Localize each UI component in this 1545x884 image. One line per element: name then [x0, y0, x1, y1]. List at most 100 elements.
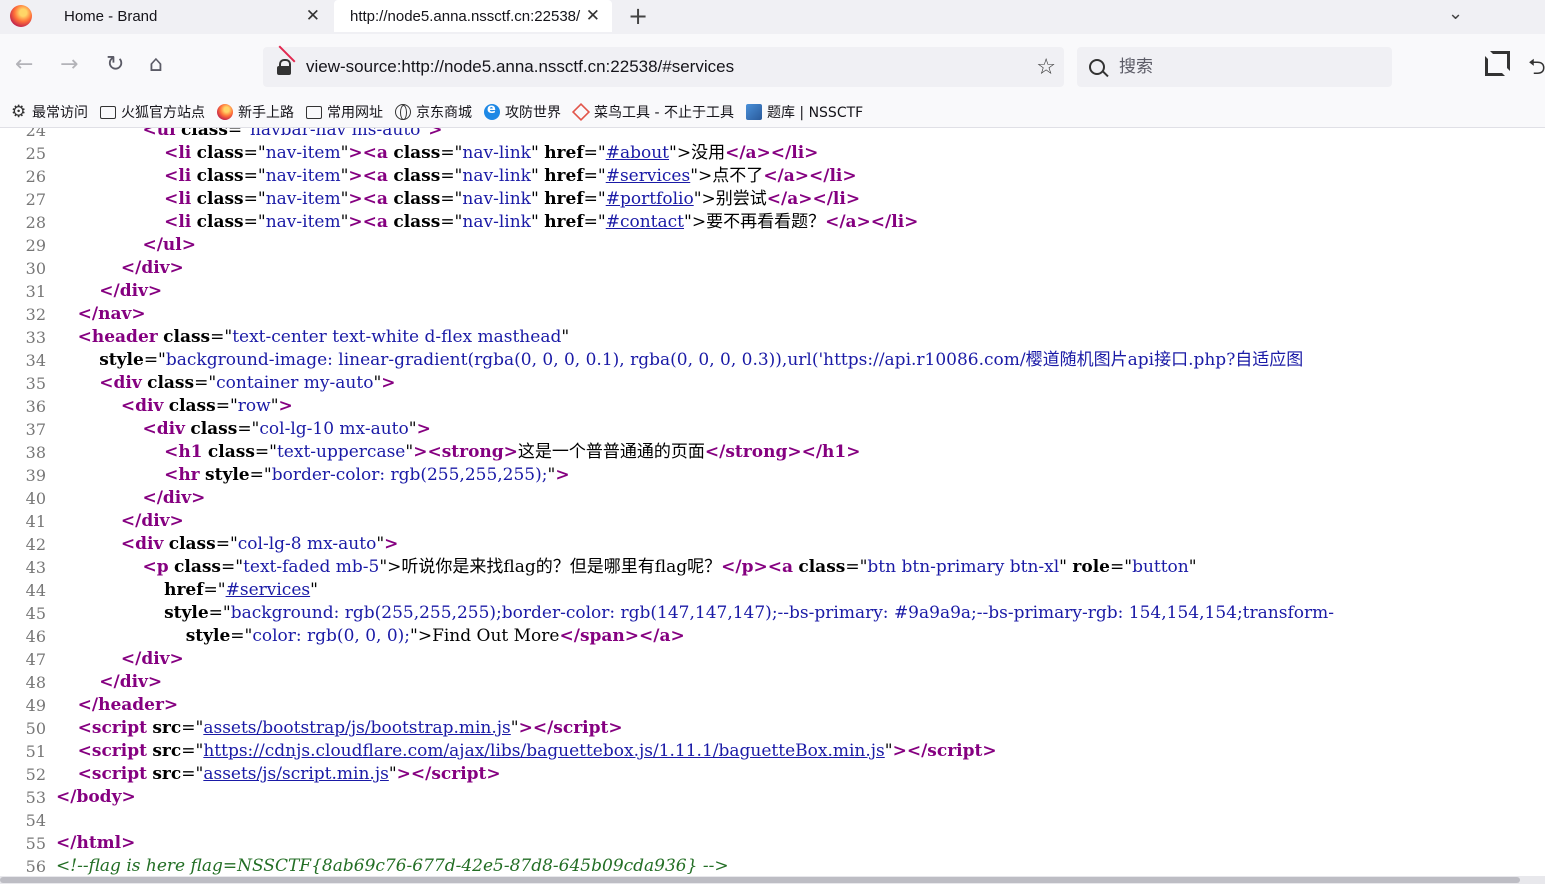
line-code: href="#services" — [164, 580, 318, 600]
line-number: 36 — [25, 397, 46, 416]
line-number: 56 — [25, 857, 46, 876]
line-code: <div class="col-lg-8 mx-auto"> — [120, 534, 399, 554]
bookmark-label: 京东商城 — [416, 104, 472, 121]
folder-icon — [306, 106, 322, 119]
close-icon[interactable]: ✕ — [586, 6, 600, 26]
nssctf-icon — [745, 103, 762, 120]
insecure-lock-icon[interactable] — [276, 59, 292, 75]
reload-icon[interactable]: ↻ — [106, 54, 124, 76]
line-code: </nav> — [77, 304, 146, 324]
url-text[interactable]: view-source:http://node5.anna.nssctf.cn:… — [306, 57, 734, 77]
line-number: 35 — [25, 374, 46, 393]
line-code: </html> — [56, 833, 136, 853]
globe-icon — [395, 103, 411, 120]
tab-title: http://node5.anna.nssctf.cn:22538/ — [350, 7, 581, 25]
tab-strip: Home - Brand ✕ http://node5.anna.nssctf.… — [0, 0, 1545, 34]
line-code: style="color: rgb(0, 0, 0);">Find Out Mo… — [185, 626, 685, 646]
line-code: </div> — [142, 488, 206, 508]
line-number: 25 — [25, 144, 46, 163]
bookmark-label: 常用网址 — [327, 104, 383, 121]
source-view: 24 <ul class="navbar-nav ms-auto"> 25 <li… — [0, 128, 1545, 876]
line-number: 30 — [25, 259, 46, 278]
source-link[interactable]: #about — [606, 143, 669, 163]
new-tab-icon[interactable]: + — [628, 2, 648, 30]
line-code: </header> — [77, 695, 179, 715]
bookmark-label: 火狐官方站点 — [121, 104, 205, 121]
chevron-down-icon[interactable]: ⌄ — [1448, 3, 1463, 24]
firefox-icon[interactable] — [10, 5, 32, 27]
address-bar[interactable]: view-source:http://node5.anna.nssctf.cn:… — [263, 47, 1064, 87]
line-code: <li class="nav-item"><a class="nav-link"… — [164, 189, 861, 209]
line-code: </div> — [99, 672, 163, 692]
bookmark-jd[interactable]: 京东商城 — [395, 102, 472, 122]
source-link[interactable]: assets/bootstrap/js/bootstrap.min.js — [203, 718, 510, 738]
source-link[interactable]: #services — [226, 580, 311, 600]
bookmark-label: 新手上路 — [238, 104, 294, 121]
cube-icon — [571, 102, 591, 121]
line-code: <div class="container my-auto"> — [99, 373, 396, 393]
bookmark-nssctf[interactable]: 题库 | NSSCTF — [745, 102, 863, 122]
line-number: 55 — [25, 834, 46, 853]
bookmark-label: 攻防世界 — [505, 104, 561, 121]
bookmark-most-visited[interactable]: ⚙ 最常访问 — [11, 102, 88, 122]
source-link[interactable]: #portfolio — [606, 189, 694, 209]
bookmark-label: 菜鸟工具 - 不止于工具 — [594, 104, 734, 121]
close-icon[interactable]: ✕ — [306, 6, 320, 26]
line-code: </ul> — [142, 235, 196, 255]
line-code: <li class="nav-item"><a class="nav-link"… — [164, 143, 819, 163]
line-code: </div> — [99, 281, 163, 301]
line-code: <li class="nav-item"><a class="nav-link"… — [164, 212, 919, 232]
line-code: <ul class="navbar-nav ms-auto"> — [142, 128, 443, 140]
line-number: 43 — [25, 558, 46, 577]
bookmark-star-icon[interactable]: ☆ — [1036, 55, 1056, 80]
tab-view-source[interactable]: http://node5.anna.nssctf.cn:22538/ ✕ — [334, 0, 612, 32]
search-bar[interactable] — [1077, 47, 1392, 87]
back-icon[interactable]: ← — [15, 54, 33, 76]
line-code: <!--flag is here flag=NSSCTF{8ab69c76-67… — [56, 856, 729, 876]
source-link[interactable]: #services — [606, 166, 691, 186]
line-number: 37 — [25, 420, 46, 439]
gongfang-icon — [484, 102, 500, 120]
line-number: 34 — [25, 351, 46, 370]
line-number: 51 — [25, 742, 46, 761]
line-number: 44 — [25, 581, 46, 600]
line-number: 41 — [25, 512, 46, 531]
line-code: <script src="assets/bootstrap/js/bootstr… — [77, 718, 623, 738]
line-number: 40 — [25, 489, 46, 508]
line-number: 29 — [25, 236, 46, 255]
line-code: </div> — [120, 258, 184, 278]
line-number: 32 — [25, 305, 46, 324]
line-number: 50 — [25, 719, 46, 738]
line-number: 46 — [25, 627, 46, 646]
source-link[interactable]: https://cdnjs.cloudflare.com/ajax/libs/b… — [203, 741, 884, 761]
line-code: </div> — [120, 511, 184, 531]
bookmark-firefox-site[interactable]: 火狐官方站点 — [100, 102, 205, 122]
line-number: 42 — [25, 535, 46, 554]
bookmark-runoob[interactable]: 菜鸟工具 - 不止于工具 — [571, 102, 734, 122]
line-code: <div class="col-lg-10 mx-auto"> — [142, 419, 431, 439]
gear-icon: ⚙ — [11, 101, 27, 122]
forward-icon[interactable]: → — [60, 54, 78, 76]
line-number: 53 — [25, 788, 46, 807]
bookmark-gongfang[interactable]: 攻防世界 — [484, 102, 561, 122]
line-code: <p class="text-faded mb-5">听说你是来找flag的？但… — [142, 557, 1197, 577]
search-icon — [1089, 59, 1105, 75]
line-number: 31 — [25, 282, 46, 301]
line-number: 28 — [25, 213, 46, 232]
line-number: 54 — [25, 811, 46, 830]
line-code: <h1 class="text-uppercase"><strong>这是一个普… — [164, 442, 861, 462]
scrollbar-thumb[interactable] — [0, 877, 1520, 883]
source-link[interactable]: #contact — [606, 212, 684, 232]
bookmark-common-sites[interactable]: 常用网址 — [306, 102, 383, 122]
source-link[interactable]: assets/js/script.min.js — [203, 764, 388, 784]
tab-home-brand[interactable]: Home - Brand ✕ — [48, 0, 332, 32]
line-code: <script src="https://cdnjs.cloudflare.co… — [77, 741, 997, 761]
line-number: 52 — [25, 765, 46, 784]
tab-title: Home - Brand — [64, 7, 158, 25]
search-input[interactable] — [1117, 56, 1381, 78]
overflow-icon[interactable]: ⮌ — [1528, 50, 1545, 88]
firefox-icon — [217, 103, 233, 120]
bookmark-getting-started[interactable]: 新手上路 — [217, 102, 294, 122]
home-icon[interactable]: ⌂ — [149, 54, 163, 76]
line-number: 45 — [25, 604, 46, 623]
